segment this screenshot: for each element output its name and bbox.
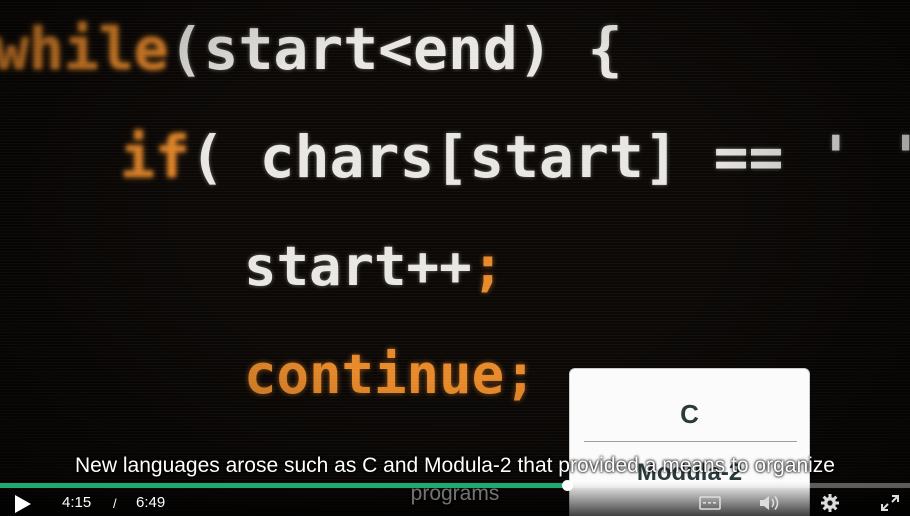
caption-line: New languages arose such as C and Modula…: [75, 454, 835, 477]
code-keyword: if: [120, 123, 190, 191]
code-line-continue: continue;: [244, 343, 537, 406]
quiz-option-c[interactable]: C: [570, 399, 809, 430]
progress-fill: [0, 483, 567, 488]
duration: 6:49: [136, 494, 166, 511]
current-time: 4:15: [62, 494, 92, 511]
code-text: ( chars[start] == ' ') {: [189, 123, 910, 191]
video-player[interactable]: while(start<end) { if( chars[start] == '…: [0, 0, 910, 516]
code-line-increment: start++;: [244, 240, 504, 294]
play-icon[interactable]: [12, 493, 34, 515]
progress-bar[interactable]: [0, 480, 910, 491]
time-separator: /: [113, 496, 117, 511]
fullscreen-icon[interactable]: [878, 493, 902, 513]
code-line-if: if( chars[start] == ' ') {: [120, 128, 910, 186]
code-line-while: while(start<end) {: [0, 20, 623, 78]
code-punct: ;: [471, 235, 505, 298]
quiz-divider: [584, 441, 797, 442]
code-text: (start<end) {: [168, 15, 623, 83]
code-keyword: while: [0, 15, 169, 83]
volume-icon[interactable]: [758, 493, 782, 513]
captions-icon[interactable]: [698, 493, 722, 513]
progress-scrubber[interactable]: [561, 480, 573, 491]
code-text: start++: [244, 235, 472, 298]
settings-gear-icon[interactable]: [818, 493, 842, 513]
